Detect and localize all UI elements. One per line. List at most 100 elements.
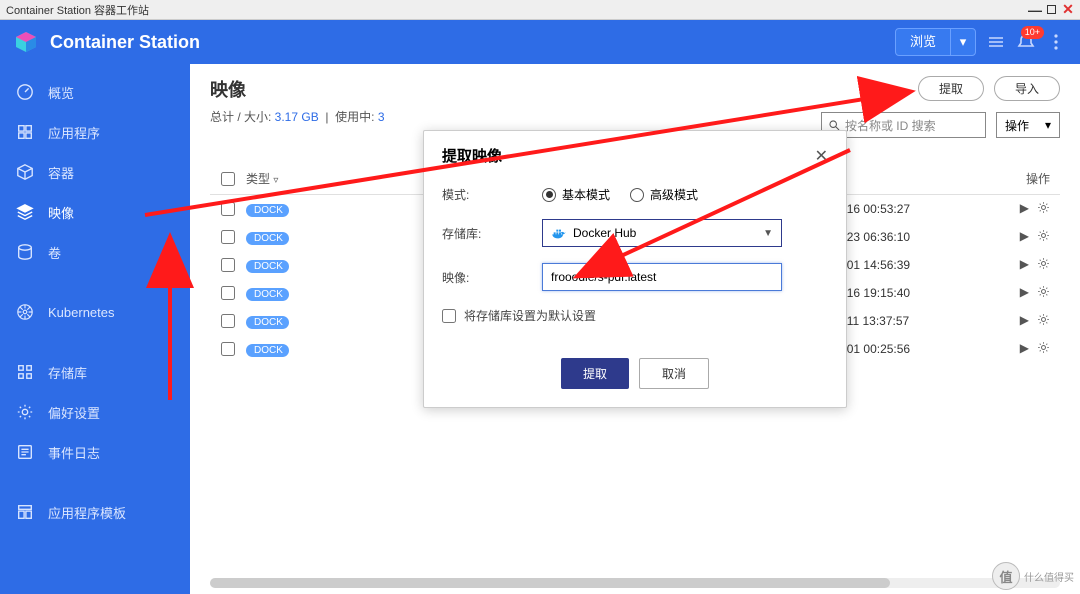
default-repo-label: 将存储库设置为默认设置 <box>464 307 596 324</box>
operations-dropdown[interactable]: 操作 ▾ <box>996 112 1060 138</box>
import-button[interactable]: 导入 <box>994 76 1060 101</box>
row-gear-icon[interactable] <box>1037 341 1050 357</box>
watermark-text: 什么值得买 <box>1024 569 1074 584</box>
app-logo-icon <box>14 30 38 54</box>
modal-title: 提取映像 <box>442 145 815 166</box>
minimize-button[interactable]: — <box>1029 4 1041 16</box>
play-icon[interactable]: ▶ <box>1020 257 1029 273</box>
gear-icon <box>16 403 34 421</box>
type-badge: DOCK <box>246 204 289 217</box>
mode-basic-radio[interactable]: 基本模式 <box>542 186 610 203</box>
sidebar-item-preferences[interactable]: 偏好设置 <box>0 392 190 432</box>
window-title: Container Station 容器工作站 <box>6 2 149 18</box>
os-titlebar: Container Station 容器工作站 — ✕ <box>0 0 1080 20</box>
play-icon[interactable]: ▶ <box>1020 341 1029 357</box>
type-badge: DOCK <box>246 260 289 273</box>
type-badge: DOCK <box>246 232 289 245</box>
row-gear-icon[interactable] <box>1037 285 1050 301</box>
search-placeholder: 按名称或 ID 搜索 <box>845 117 936 134</box>
sidebar-item-templates[interactable]: 应用程序模板 <box>0 492 190 532</box>
sidebar-item-images[interactable]: 映像 <box>0 192 190 232</box>
play-icon[interactable]: ▶ <box>1020 201 1029 217</box>
summary-used-label: 使用中: <box>335 110 378 124</box>
template-icon <box>16 503 34 521</box>
cube-icon <box>16 163 34 181</box>
row-gear-icon[interactable] <box>1037 313 1050 329</box>
play-icon[interactable]: ▶ <box>1020 313 1029 329</box>
column-type[interactable]: 类型 ▿ <box>246 170 306 187</box>
image-label: 映像: <box>442 269 542 286</box>
modal-cancel-button[interactable]: 取消 <box>639 358 709 389</box>
row-checkbox[interactable] <box>221 342 235 356</box>
row-gear-icon[interactable] <box>1037 257 1050 273</box>
row-checkbox[interactable] <box>221 314 235 328</box>
sidebar-item-overview[interactable]: 概览 <box>0 72 190 112</box>
sidebar-item-label: 卷 <box>48 243 61 262</box>
tiles-icon <box>16 363 34 381</box>
repository-value: Docker Hub <box>573 226 636 240</box>
more-menu-icon[interactable] <box>1046 32 1066 52</box>
layers-icon <box>16 203 34 221</box>
horizontal-scrollbar[interactable] <box>210 578 1060 588</box>
repository-select[interactable]: Docker Hub ▼ <box>542 219 782 247</box>
watermark-badge: 值 <box>992 562 1020 590</box>
mode-advanced-label: 高级模式 <box>650 186 698 203</box>
image-name-input[interactable] <box>542 263 782 291</box>
summary-total-label: 总计 / 大小: <box>210 110 275 124</box>
grid-icon <box>16 123 34 141</box>
sidebar-item-volumes[interactable]: 卷 <box>0 232 190 272</box>
mode-advanced-radio[interactable]: 高级模式 <box>630 186 698 203</box>
stack-icon[interactable] <box>986 32 1006 52</box>
watermark: 值 什么值得买 <box>992 562 1074 590</box>
close-button[interactable]: ✕ <box>1062 4 1074 16</box>
window-controls: — ✕ <box>1029 4 1074 16</box>
mode-label: 模式: <box>442 186 542 203</box>
radio-on-icon <box>542 188 556 202</box>
app-header: Container Station 浏览 ▾ 10+ <box>0 20 1080 64</box>
pull-image-modal: 提取映像 ✕ 模式: 基本模式 高级模式 存储库: <box>423 130 847 408</box>
type-badge: DOCK <box>246 344 289 357</box>
type-badge: DOCK <box>246 288 289 301</box>
row-checkbox[interactable] <box>221 286 235 300</box>
select-all-checkbox[interactable] <box>221 172 235 186</box>
sidebar-item-kubernetes[interactable]: Kubernetes <box>0 292 190 332</box>
type-badge: DOCK <box>246 316 289 329</box>
docker-icon <box>551 227 567 239</box>
row-gear-icon[interactable] <box>1037 229 1050 245</box>
repo-label: 存储库: <box>442 225 542 242</box>
sidebar-item-label: 事件日志 <box>48 443 100 462</box>
browse-label: 浏览 <box>896 28 951 56</box>
sidebar-item-label: 偏好设置 <box>48 403 100 422</box>
close-icon[interactable]: ✕ <box>815 146 828 166</box>
sidebar-item-apps[interactable]: 应用程序 <box>0 112 190 152</box>
notifications-icon[interactable]: 10+ <box>1016 32 1036 52</box>
maximize-button[interactable] <box>1047 5 1056 14</box>
default-repo-checkbox[interactable] <box>442 309 456 323</box>
sidebar-item-label: 应用程序模板 <box>48 503 126 522</box>
chevron-down-icon: ▼ <box>763 228 773 239</box>
summary-total-value: 3.17 GB <box>275 110 319 124</box>
sidebar-item-containers[interactable]: 容器 <box>0 152 190 192</box>
row-gear-icon[interactable] <box>1037 201 1050 217</box>
sidebar-item-label: 存储库 <box>48 363 87 382</box>
modal-submit-button[interactable]: 提取 <box>561 358 629 389</box>
sidebar-item-label: 映像 <box>48 203 74 222</box>
play-icon[interactable]: ▶ <box>1020 229 1029 245</box>
browse-dropdown-button[interactable]: 浏览 ▾ <box>895 28 976 56</box>
sidebar-item-label: 概览 <box>48 83 74 102</box>
sidebar: 概览 应用程序 容器 映像 卷 Kubernetes 存储库 <box>0 64 190 594</box>
sidebar-item-repos[interactable]: 存储库 <box>0 352 190 392</box>
row-checkbox[interactable] <box>221 258 235 272</box>
operations-label: 操作 <box>1005 117 1029 134</box>
sidebar-item-eventlog[interactable]: 事件日志 <box>0 432 190 472</box>
sidebar-item-label: 容器 <box>48 163 74 182</box>
gauge-icon <box>16 83 34 101</box>
row-checkbox[interactable] <box>221 230 235 244</box>
play-icon[interactable]: ▶ <box>1020 285 1029 301</box>
pull-button[interactable]: 提取 <box>918 76 984 101</box>
chevron-down-icon: ▾ <box>1045 118 1051 132</box>
sidebar-item-label: 应用程序 <box>48 123 100 142</box>
database-icon <box>16 243 34 261</box>
column-ops: 操作 <box>980 170 1060 187</box>
row-checkbox[interactable] <box>221 202 235 216</box>
